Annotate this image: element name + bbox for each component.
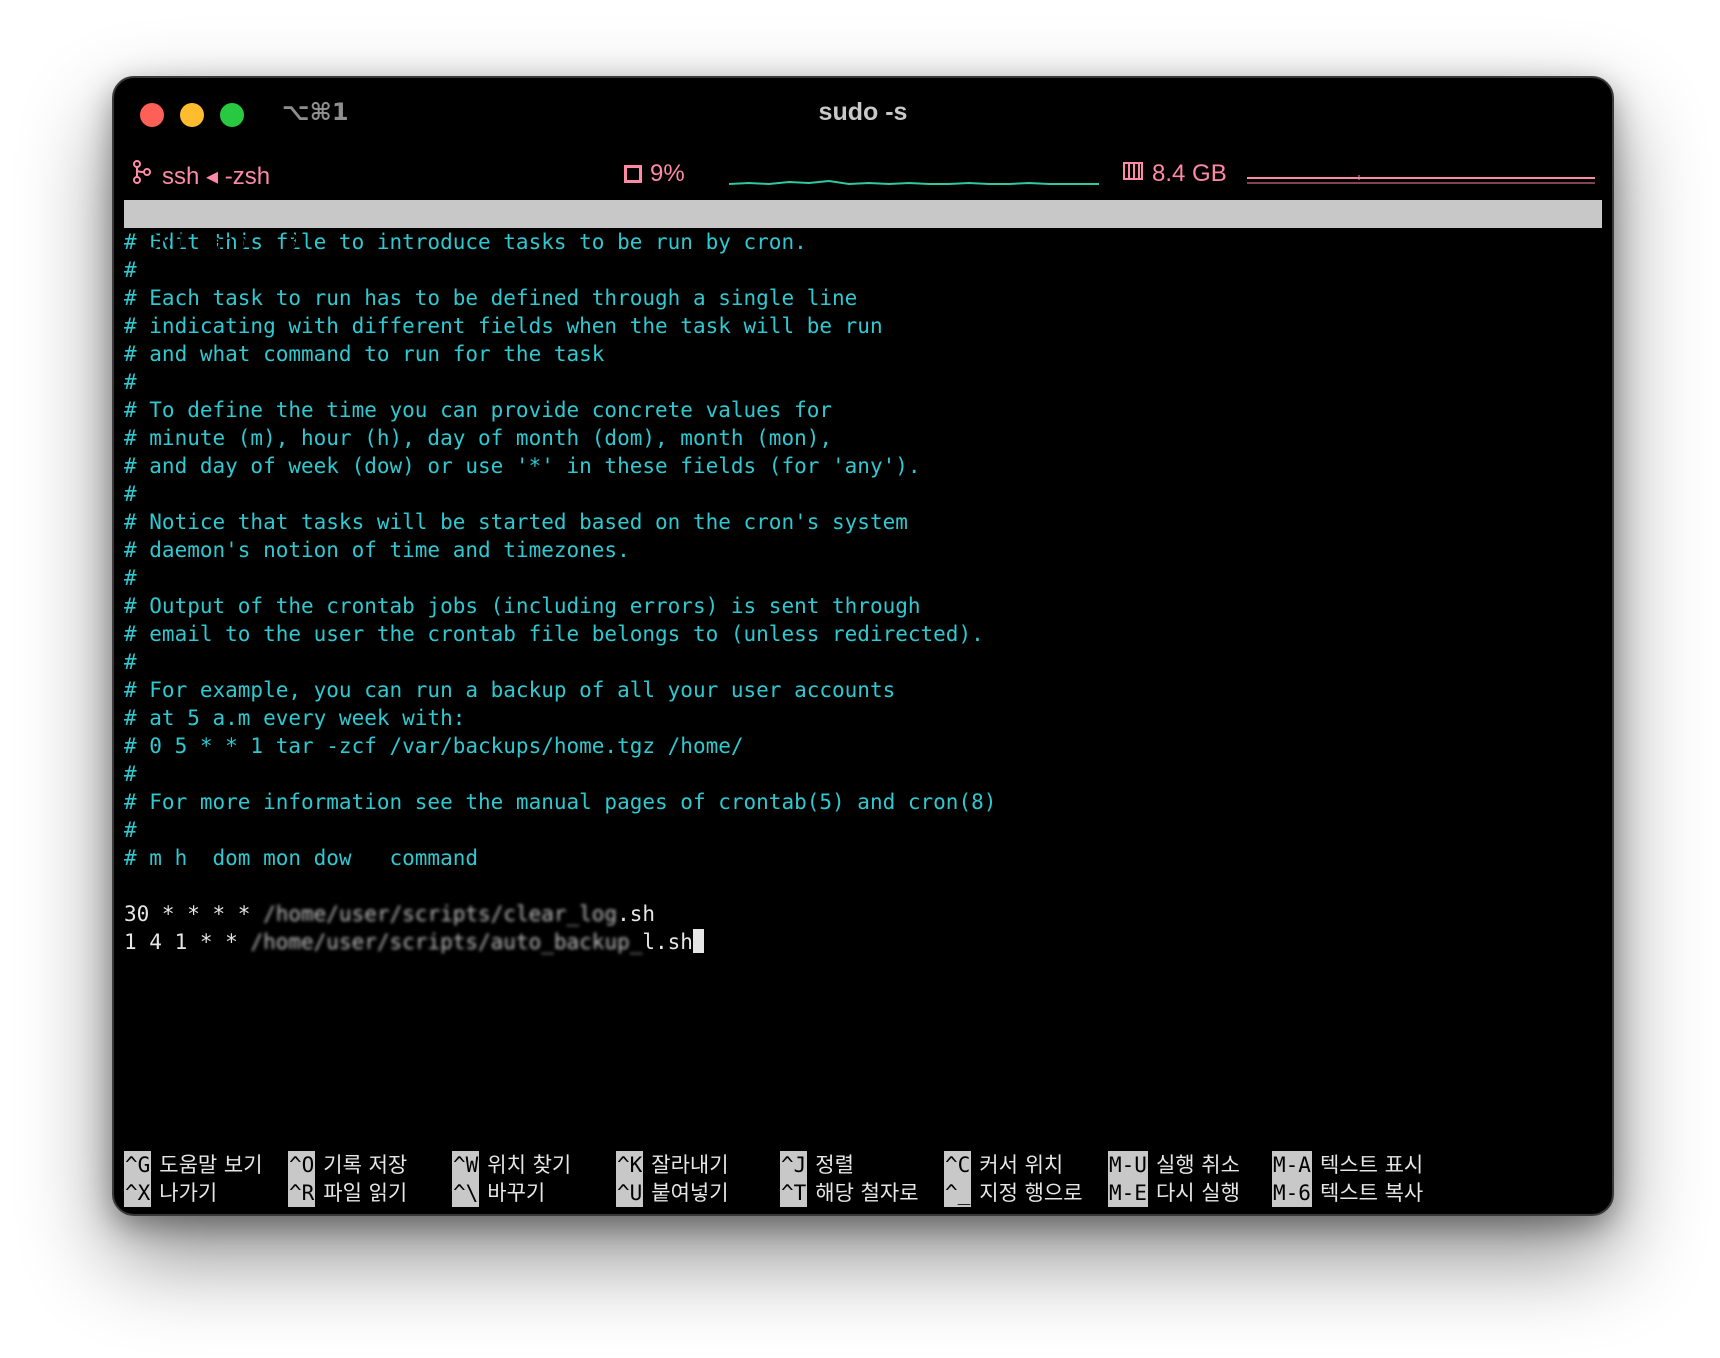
shortcut-replace[interactable]: ^\ 바꾸기 xyxy=(452,1179,545,1207)
cron-suffix: .sh xyxy=(617,902,656,926)
session-label: ssh ◂ -zsh xyxy=(162,163,271,190)
memory-value: 8.4 GB xyxy=(1152,160,1227,187)
editor-line: # Notice that tasks will be started base… xyxy=(124,510,908,534)
cron-schedule: 1 4 1 * * xyxy=(124,930,251,954)
text-cursor xyxy=(692,929,704,953)
editor-line: # daemon's notion of time and timezones. xyxy=(124,538,630,562)
editor-line: # email to the user the crontab file bel… xyxy=(124,622,984,646)
shortcut-mark[interactable]: M-A 텍스트 표시 xyxy=(1272,1151,1423,1179)
editor-line: # xyxy=(124,370,137,394)
cpu-indicator: 9% xyxy=(624,160,685,188)
editor-line: # Each task to run has to be defined thr… xyxy=(124,286,858,310)
shortcut-paste[interactable]: ^U 붙여넣기 xyxy=(616,1179,729,1207)
nano-modified-state: 수정함 xyxy=(1520,286,1578,310)
cpu-chip-icon xyxy=(624,165,642,183)
cron-entry: 30 * * * * /home/user/scripts/clear_log.… xyxy=(124,900,1602,928)
cron-suffix: l.sh xyxy=(642,930,693,954)
editor-line: # xyxy=(124,482,137,506)
nano-shortcut-bar: ^G 도움말 보기 ^O 기록 저장 ^W 위치 찾기 ^K 잘라내기 ^J 정렬 ^C 커… xyxy=(124,1151,1602,1207)
editor-line: # and what command to run for the task xyxy=(124,342,605,366)
shortcut-where-is[interactable]: ^W 위치 찾기 xyxy=(452,1151,571,1179)
memory-indicator: 8.4 GB xyxy=(1122,160,1227,188)
shortcut-read-file[interactable]: ^R 파일 읽기 xyxy=(288,1179,407,1207)
redacted-path: /home/user/scripts/auto_backup_ xyxy=(250,930,643,954)
shortcut-redo[interactable]: M-E 다시 실행 xyxy=(1108,1179,1240,1207)
shortcut-go-to-line[interactable]: ^_ 지정 행으로 xyxy=(944,1179,1083,1207)
editor-line: # at 5 a.m every week with: xyxy=(124,706,466,730)
memory-sparkline xyxy=(1247,175,1595,184)
editor-line: # Edit this file to introduce tasks to b… xyxy=(124,230,807,254)
shortcut-spell[interactable]: ^T 해당 철자로 xyxy=(780,1179,919,1207)
nano-filename: /tmp/crontab.4dsOkQ/crontab xyxy=(692,258,1034,282)
terminal-window: ⌥⌘1 sudo -s ssh ◂ -zsh 9% 8.4 GB GNU nan… xyxy=(112,76,1614,1216)
editor-line: # 0 5 * * 1 tar -zcf /var/backups/home.t… xyxy=(124,734,744,758)
memory-icon xyxy=(1122,161,1144,187)
editor-line: # and day of week (dow) or use '*' in th… xyxy=(124,454,921,478)
shortcut-cut[interactable]: ^K 잘라내기 xyxy=(616,1151,729,1179)
shortcut-justify[interactable]: ^J 정렬 xyxy=(780,1151,854,1179)
shortcut-undo[interactable]: M-U 실행 취소 xyxy=(1108,1151,1240,1179)
shortcut-cursor-pos[interactable]: ^C 커서 위치 xyxy=(944,1151,1063,1179)
shortcut-write-out[interactable]: ^O 기록 저장 xyxy=(288,1151,407,1179)
editor-line: # xyxy=(124,566,137,590)
session-indicator[interactable]: ssh ◂ -zsh xyxy=(132,160,270,191)
status-bar: ssh ◂ -zsh 9% 8.4 GB xyxy=(114,158,1612,198)
editor-line: # xyxy=(124,650,137,674)
cpu-value: 9% xyxy=(650,160,685,187)
editor-line: # xyxy=(124,762,137,786)
editor-line: # Output of the crontab jobs (including … xyxy=(124,594,921,618)
editor-line: # indicating with different fields when … xyxy=(124,314,883,338)
shortcut-row: ^X 나가기 ^R 파일 읽기 ^\ 바꾸기 ^U 붙여넣기 ^T 해당 철자로 ^_ 지정… xyxy=(124,1179,1602,1207)
editor-line: # To define the time you can provide con… xyxy=(124,398,833,422)
title-bar: ⌥⌘1 sudo -s xyxy=(114,78,1612,148)
terminal-area[interactable]: GNU nano 4.8 /tmp/crontab.4dsOkQ/crontab… xyxy=(124,200,1602,956)
branch-icon xyxy=(132,160,154,190)
shortcut-exit[interactable]: ^X 나가기 xyxy=(124,1179,217,1207)
redacted-path: /home/user/scripts/clear_log xyxy=(263,902,618,926)
editor-line: # For more information see the manual pa… xyxy=(124,790,997,814)
editor-content[interactable]: # Edit this file to introduce tasks to b… xyxy=(124,228,1602,956)
cron-schedule: 30 * * * * xyxy=(124,902,264,926)
cpu-sparkline xyxy=(729,179,1099,186)
cron-entry: 1 4 1 * * /home/user/scripts/auto_backup… xyxy=(124,928,1602,956)
shortcut-row: ^G 도움말 보기 ^O 기록 저장 ^W 위치 찾기 ^K 잘라내기 ^J 정렬 ^C 커… xyxy=(124,1151,1602,1179)
window-title: sudo -s xyxy=(818,98,908,126)
editor-line: # minute (m), hour (h), day of month (do… xyxy=(124,426,833,450)
shortcut-help[interactable]: ^G 도움말 보기 xyxy=(124,1151,263,1179)
nano-version: GNU nano 4.8 xyxy=(146,230,298,254)
editor-line: # For example, you can run a backup of a… xyxy=(124,678,896,702)
shortcut-copy[interactable]: M-6 텍스트 복사 xyxy=(1272,1179,1423,1207)
editor-line: # m h dom mon dow command xyxy=(124,846,479,870)
editor-line: # xyxy=(124,818,137,842)
nano-header: GNU nano 4.8 /tmp/crontab.4dsOkQ/crontab… xyxy=(124,200,1602,310)
